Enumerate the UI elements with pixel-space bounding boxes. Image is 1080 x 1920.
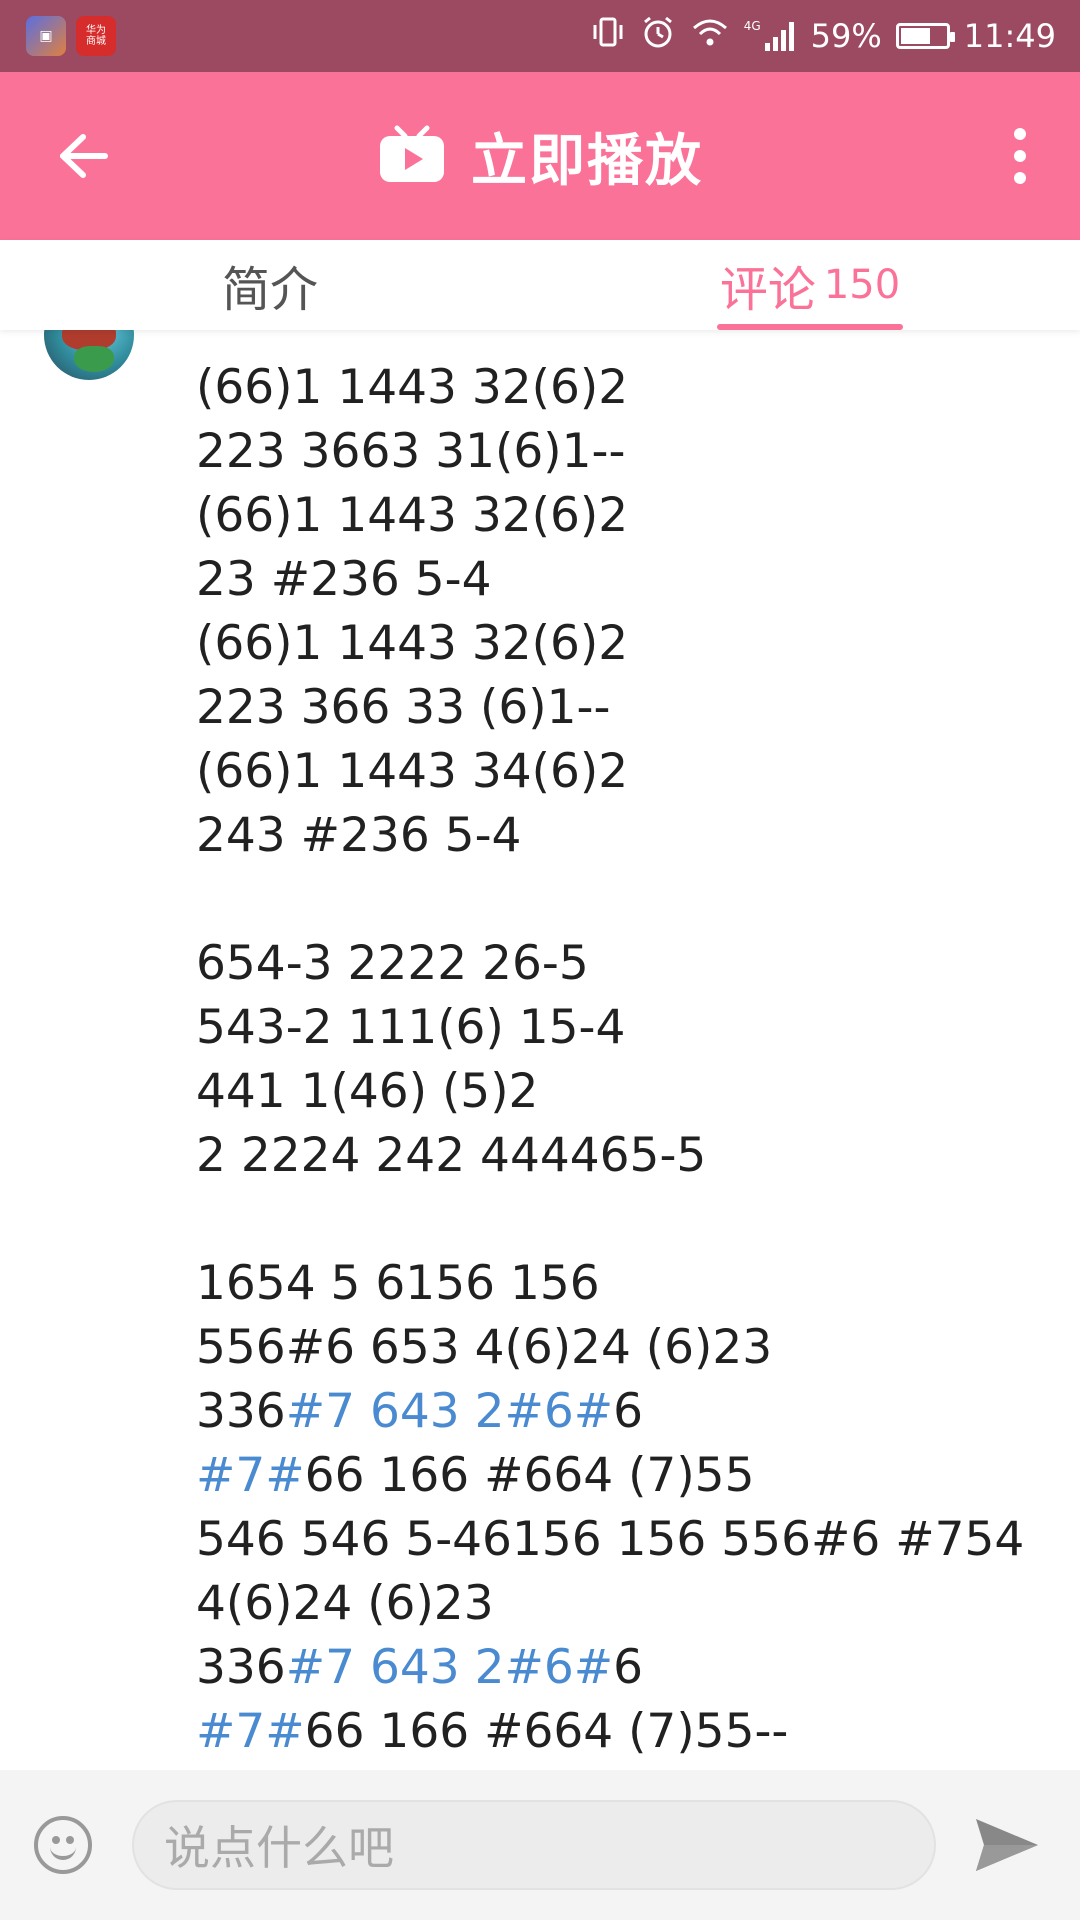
comment-line: 1654 5 6156 156: [196, 1256, 600, 1311]
wifi-icon: [690, 14, 730, 58]
comment-line: 223 3663 31(6)1--: [196, 424, 626, 479]
comment-line: 654-3 2222 26-5: [196, 936, 589, 991]
signal-icon: 4G: [744, 19, 797, 53]
app-bar: 立即播放: [0, 72, 1080, 240]
tab-comments-label: 评论: [719, 262, 816, 318]
comments-count: 150: [823, 262, 901, 308]
tab-intro[interactable]: 简介: [140, 240, 400, 330]
huawei-mall-notification-icon: 华为商城: [76, 16, 116, 56]
clock-time: 11:49: [963, 17, 1056, 55]
comment-text-segment: 66 166 #664 (7)55: [304, 1448, 755, 1503]
active-tab-indicator: [717, 324, 903, 330]
hashtag-link[interactable]: #7 643 2#6#: [286, 1640, 613, 1695]
alarm-icon: [640, 14, 676, 58]
comment-line: (66)1 1443 32(6)2: [196, 616, 629, 671]
comment-line: (66)1 1443 32(6)2: [196, 360, 629, 415]
battery-percent: 59%: [810, 17, 882, 55]
app-bar-title: 立即播放: [471, 128, 703, 194]
vibrate-icon: [590, 14, 626, 58]
more-vertical-icon-dot: [1014, 150, 1026, 162]
comment-blank-line: [196, 1188, 1056, 1252]
comment-line: 546 546 5-46156 156 556#6 #754: [196, 1512, 1025, 1567]
status-bar: ▣ 华为商城 4G 59% 11:49: [0, 0, 1080, 72]
comment-line: 543-2 111(6) 15-4: [196, 1000, 626, 1055]
comment-line: 2 2224 242 444465-5: [196, 1128, 707, 1183]
comment-text-segment: 66 166 #664 (7)55--: [304, 1704, 789, 1759]
tv-play-icon: [377, 125, 447, 186]
play-now-title[interactable]: 立即播放: [0, 116, 1080, 196]
comment-line: 23 #236 5-4: [196, 552, 492, 607]
comment-line: #7#66 166 #664 (7)55: [196, 1444, 1056, 1508]
hashtag-link[interactable]: #7#: [196, 1704, 305, 1759]
battery-icon: [895, 23, 955, 49]
hashtag-link[interactable]: #7#: [196, 1448, 305, 1503]
tab-intro-label: 简介: [221, 262, 318, 318]
comment-line: 336#7 643 2#6#6: [196, 1380, 1056, 1444]
comment-list[interactable]: (66)1 1443 32(6)2 223 3663 31(6)1-- (66)…: [0, 330, 1080, 1770]
comment-line: 4(6)24 (6)23: [196, 1576, 494, 1631]
network-type-label: 4G: [743, 19, 761, 33]
emoji-icon-mouth: [50, 1842, 76, 1860]
comment-text-segment: 6: [613, 1384, 644, 1439]
hashtag-link[interactable]: #7 643 2#6#: [286, 1384, 613, 1439]
send-button[interactable]: [972, 1814, 1042, 1876]
comment-input-placeholder: 说点什么吧: [164, 1821, 394, 1875]
more-vertical-icon-dot: [1014, 172, 1026, 184]
comment-line: (66)1 1443 32(6)2: [196, 488, 629, 543]
comment-line: 441 1(46) (5)2: [196, 1064, 539, 1119]
comment-line: #7#66 166 #664 (7)55--: [196, 1700, 1056, 1764]
emoji-button[interactable]: [34, 1816, 92, 1874]
comment-input-bar: 说点什么吧: [0, 1770, 1080, 1920]
notification-app-icon: ▣: [26, 16, 66, 56]
more-options-button[interactable]: [990, 116, 1050, 196]
comment-text-segment: 336: [196, 1384, 286, 1439]
comment-text: (66)1 1443 32(6)2 223 3663 31(6)1-- (66)…: [196, 356, 1056, 1764]
tab-comments[interactable]: 评论 150: [700, 240, 920, 330]
comment-input[interactable]: 说点什么吧: [132, 1800, 936, 1890]
comment-blank-line: [196, 868, 1056, 932]
huawei-mall-icon-label: 华为商城: [86, 25, 106, 47]
tab-bar: 简介 评论 150: [0, 240, 1080, 330]
comment-text-segment: 336: [196, 1640, 286, 1695]
comment-line: 556#6 653 4(6)24 (6)23: [196, 1320, 773, 1375]
comment-line: 223 366 33 (6)1--: [196, 680, 611, 735]
comment-text-segment: 6: [613, 1640, 644, 1695]
comment-line: 336#7 643 2#6#6: [196, 1636, 1056, 1700]
send-icon: [976, 1819, 1038, 1871]
more-vertical-icon: [1014, 128, 1026, 140]
comment-line: 243 #236 5-4: [196, 808, 522, 863]
battery-fill: [900, 28, 930, 44]
comment-line: (66)1 1443 34(6)2: [196, 744, 629, 799]
avatar[interactable]: [44, 330, 134, 380]
